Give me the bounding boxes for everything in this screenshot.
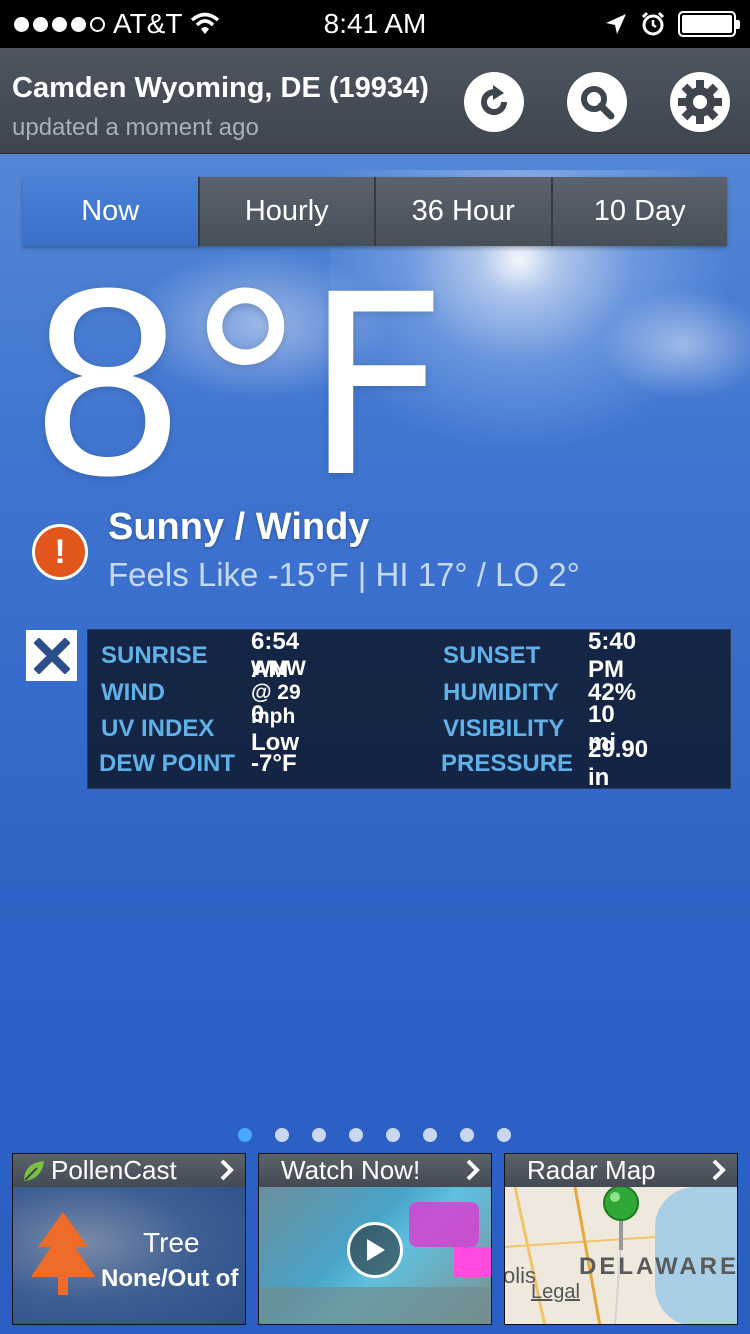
close-details-button[interactable] [26, 630, 77, 681]
tab-now[interactable]: Now [23, 177, 198, 246]
detail-value: 29.90 in [588, 736, 649, 791]
detail-row: DEW POINT -7°F [99, 746, 297, 782]
location-header: Camden Wyoming, DE (19934) updated a mom… [0, 48, 750, 154]
feels-like-text: Feels Like -15°F | HI 17° / LO 2° [108, 556, 580, 593]
leaf-icon [24, 1160, 44, 1181]
page-dot[interactable] [423, 1128, 437, 1142]
detail-label: UV INDEX [101, 715, 215, 742]
settings-button[interactable] [670, 72, 730, 132]
page-indicator[interactable] [238, 1128, 511, 1142]
search-icon [581, 86, 615, 120]
weather-details-panel: SUNRISE 6:54 AM WIND WNW @ 29 mph UV IND… [87, 628, 731, 791]
chevron-right-icon [466, 1159, 480, 1181]
detail-row: VISIBILITY 10 mi [443, 701, 616, 756]
detail-value: 0 Low [251, 701, 299, 756]
page-dot[interactable] [238, 1128, 252, 1142]
status-bar: AT&T 8:41 AM [0, 0, 750, 48]
detail-row: PRESSURE 29.90 in [441, 736, 648, 791]
page-dot[interactable] [386, 1128, 400, 1142]
tab-10-day[interactable]: 10 Day [550, 177, 727, 246]
weather-alert-icon[interactable]: ! [32, 524, 88, 580]
detail-row: HUMIDITY 42% [443, 675, 636, 711]
chevron-right-icon [712, 1159, 726, 1181]
card-header: PollenCast [13, 1154, 245, 1187]
page-dot[interactable] [460, 1128, 474, 1142]
card-title: Watch Now! [281, 1155, 421, 1185]
detail-row: UV INDEX 0 Low [101, 701, 299, 756]
map-place-label: DELAWARE [579, 1253, 738, 1280]
page-dot[interactable] [275, 1128, 289, 1142]
play-icon [367, 1239, 385, 1261]
video-thumbnail [259, 1187, 491, 1324]
page-dot[interactable] [497, 1128, 511, 1142]
detail-row: SUNSET 5:40 PM [443, 628, 636, 683]
detail-value: -7°F [251, 750, 297, 777]
card-header: Watch Now! [259, 1154, 491, 1187]
radar-map-card[interactable]: DELAWARE olis Legal Radar Map [504, 1153, 738, 1325]
detail-label: DEW POINT [99, 750, 235, 777]
pollencast-card[interactable]: Tree None/Out of PollenCast [12, 1153, 246, 1325]
page-dot[interactable] [349, 1128, 363, 1142]
chevron-right-icon [220, 1159, 234, 1181]
close-icon [33, 637, 70, 674]
detail-label: HUMIDITY [443, 679, 559, 706]
map-legal-link[interactable]: Legal [531, 1281, 580, 1304]
tab-36-hour[interactable]: 36 Hour [374, 177, 551, 246]
condition-text: Sunny / Windy [108, 506, 370, 548]
search-button[interactable] [567, 72, 627, 132]
pollen-background: Tree None/Out of [13, 1187, 245, 1324]
clock: 8:41 AM [323, 8, 427, 39]
pollen-level: None/Out of [101, 1265, 239, 1292]
pollen-type: Tree [143, 1227, 200, 1258]
updated-status: updated a moment ago [12, 114, 259, 141]
detail-label: VISIBILITY [443, 715, 565, 742]
detail-row: WIND WNW @ 29 mph [101, 657, 306, 728]
battery-icon [678, 11, 740, 37]
location-title[interactable]: Camden Wyoming, DE (19934) [12, 72, 429, 105]
detail-value: 5:40 PM [588, 628, 637, 683]
card-header: Radar Map [505, 1154, 737, 1187]
tab-hourly[interactable]: Hourly [197, 177, 374, 246]
detail-label: SUNSET [443, 642, 541, 669]
detail-row: SUNRISE 6:54 AM [101, 628, 299, 683]
cloud-decoration [600, 290, 750, 400]
card-title: Radar Map [527, 1155, 656, 1185]
refresh-button[interactable] [464, 72, 524, 132]
radar-map-thumbnail: DELAWARE olis Legal [505, 1185, 738, 1324]
card-title: PollenCast [51, 1155, 177, 1185]
watch-now-card[interactable]: Watch Now! [258, 1153, 492, 1325]
detail-label: PRESSURE [441, 750, 574, 777]
forecast-tabs: Now Hourly 36 Hour 10 Day [23, 177, 727, 246]
refresh-icon [481, 85, 508, 116]
current-temperature: 8°F [28, 241, 448, 532]
detail-label: SUNRISE [101, 642, 208, 669]
page-dot[interactable] [312, 1128, 326, 1142]
tree-icon [31, 1212, 95, 1295]
map-pin-icon [603, 1185, 639, 1250]
gear-icon [678, 80, 722, 124]
detail-label: WIND [101, 679, 165, 706]
play-button[interactable] [347, 1222, 403, 1278]
